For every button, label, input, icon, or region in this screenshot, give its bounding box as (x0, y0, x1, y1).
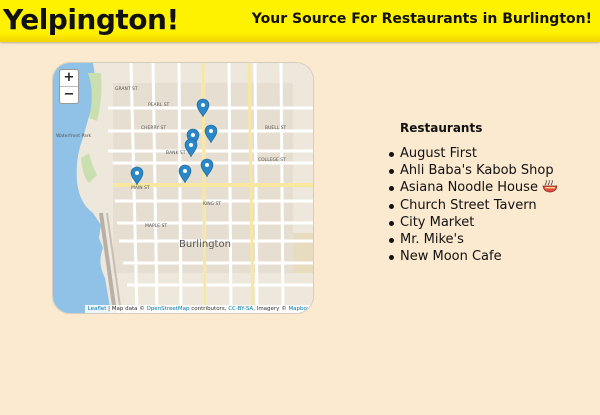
city-label: Burlington (179, 239, 231, 250)
restaurant-item[interactable]: Ahli Baba's Kabob Shop (389, 163, 558, 180)
street-label: MAIN ST (131, 185, 150, 191)
osm-link[interactable]: OpenStreetMap (146, 306, 189, 312)
street-label: BANK ST (166, 150, 186, 156)
header-bar: Yelpington! Your Source For Restaurants … (0, 0, 600, 42)
street-label: KING ST (203, 201, 221, 207)
restaurant-item[interactable]: Church Street Tavern (389, 198, 558, 215)
license-link[interactable]: CC-BY-SA (228, 306, 253, 312)
street-label: COLLEGE ST (258, 157, 286, 163)
leaflet-link[interactable]: Leaflet (88, 306, 107, 312)
zoom-out-button[interactable]: − (60, 87, 78, 103)
site-tagline: Your Source For Restaurants in Burlingto… (251, 11, 592, 27)
restaurant-list: Restaurants August First Ahli Baba's Kab… (389, 121, 558, 266)
map-tiles[interactable]: GRANT ST PEARL ST CHERRY ST BANK ST COLL… (53, 63, 313, 313)
restaurant-list-title: Restaurants (400, 121, 483, 135)
street-label: CHERRY ST (141, 125, 166, 131)
waterfront-label: Waterfront Park (56, 133, 92, 139)
map-attribution: Leaflet | Map data © OpenStreetMap contr… (84, 305, 313, 313)
street-label: GRANT ST (115, 86, 138, 92)
restaurant-item[interactable]: Asiana Noodle House (389, 179, 558, 199)
restaurant-item[interactable]: City Market (389, 215, 558, 232)
street-label: MAPLE ST (145, 223, 167, 229)
restaurant-map[interactable]: GRANT ST PEARL ST CHERRY ST BANK ST COLL… (52, 62, 314, 314)
restaurant-item[interactable]: Mr. Mike's (389, 232, 558, 249)
attribution-text: , Imagery © (253, 306, 289, 312)
restaurant-item[interactable]: August First (389, 146, 558, 163)
site-title[interactable]: Yelpington! (3, 3, 179, 36)
provider-link[interactable]: Mapbox (288, 306, 310, 312)
zoom-control: + − (59, 69, 79, 104)
attribution-text: contributors, (189, 306, 229, 312)
zoom-in-button[interactable]: + (60, 70, 78, 86)
noodle-bowl-icon (542, 179, 558, 199)
street-label: BUELL ST (265, 125, 287, 131)
attribution-text: | Map data © (106, 306, 147, 312)
street-label: PEARL ST (148, 102, 170, 108)
restaurant-item[interactable]: New Moon Cafe (389, 249, 558, 266)
